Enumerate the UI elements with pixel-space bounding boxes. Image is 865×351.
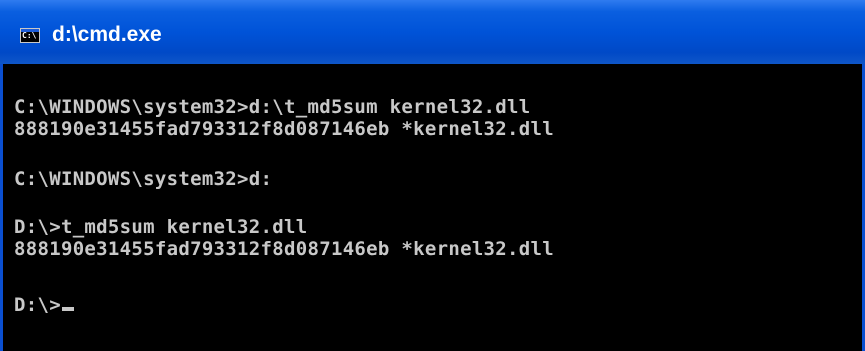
console-line-1: C:\WINDOWS\system32>d:\t_md5sum kernel32… [14, 96, 531, 118]
console-line-6: D:\>t_md5sum kernel32.dll [14, 216, 308, 238]
console-line-4: C:\WINDOWS\system32>d: [14, 168, 273, 190]
window-titlebar[interactable]: C:\ d:\cmd.exe [0, 0, 865, 64]
console-line-2: 888190e31455fad793312f8d087146eb *kernel… [14, 118, 554, 140]
window-frame-left [0, 64, 3, 351]
command-prompt-window[interactable]: C:\ d:\cmd.exe C:\WINDOWS\system32>d:\t_… [0, 0, 865, 351]
window-title: d:\cmd.exe [52, 23, 162, 46]
console-prompt-line[interactable]: D:\> [14, 294, 74, 316]
console-line-7: 888190e31455fad793312f8d087146eb *kernel… [14, 238, 554, 260]
cmd-window-icon[interactable]: C:\ [20, 28, 40, 43]
text-cursor [61, 307, 74, 311]
console-output[interactable]: C:\WINDOWS\system32>d:\t_md5sum kernel32… [14, 96, 854, 346]
console-prompt: D:\> [14, 294, 61, 316]
